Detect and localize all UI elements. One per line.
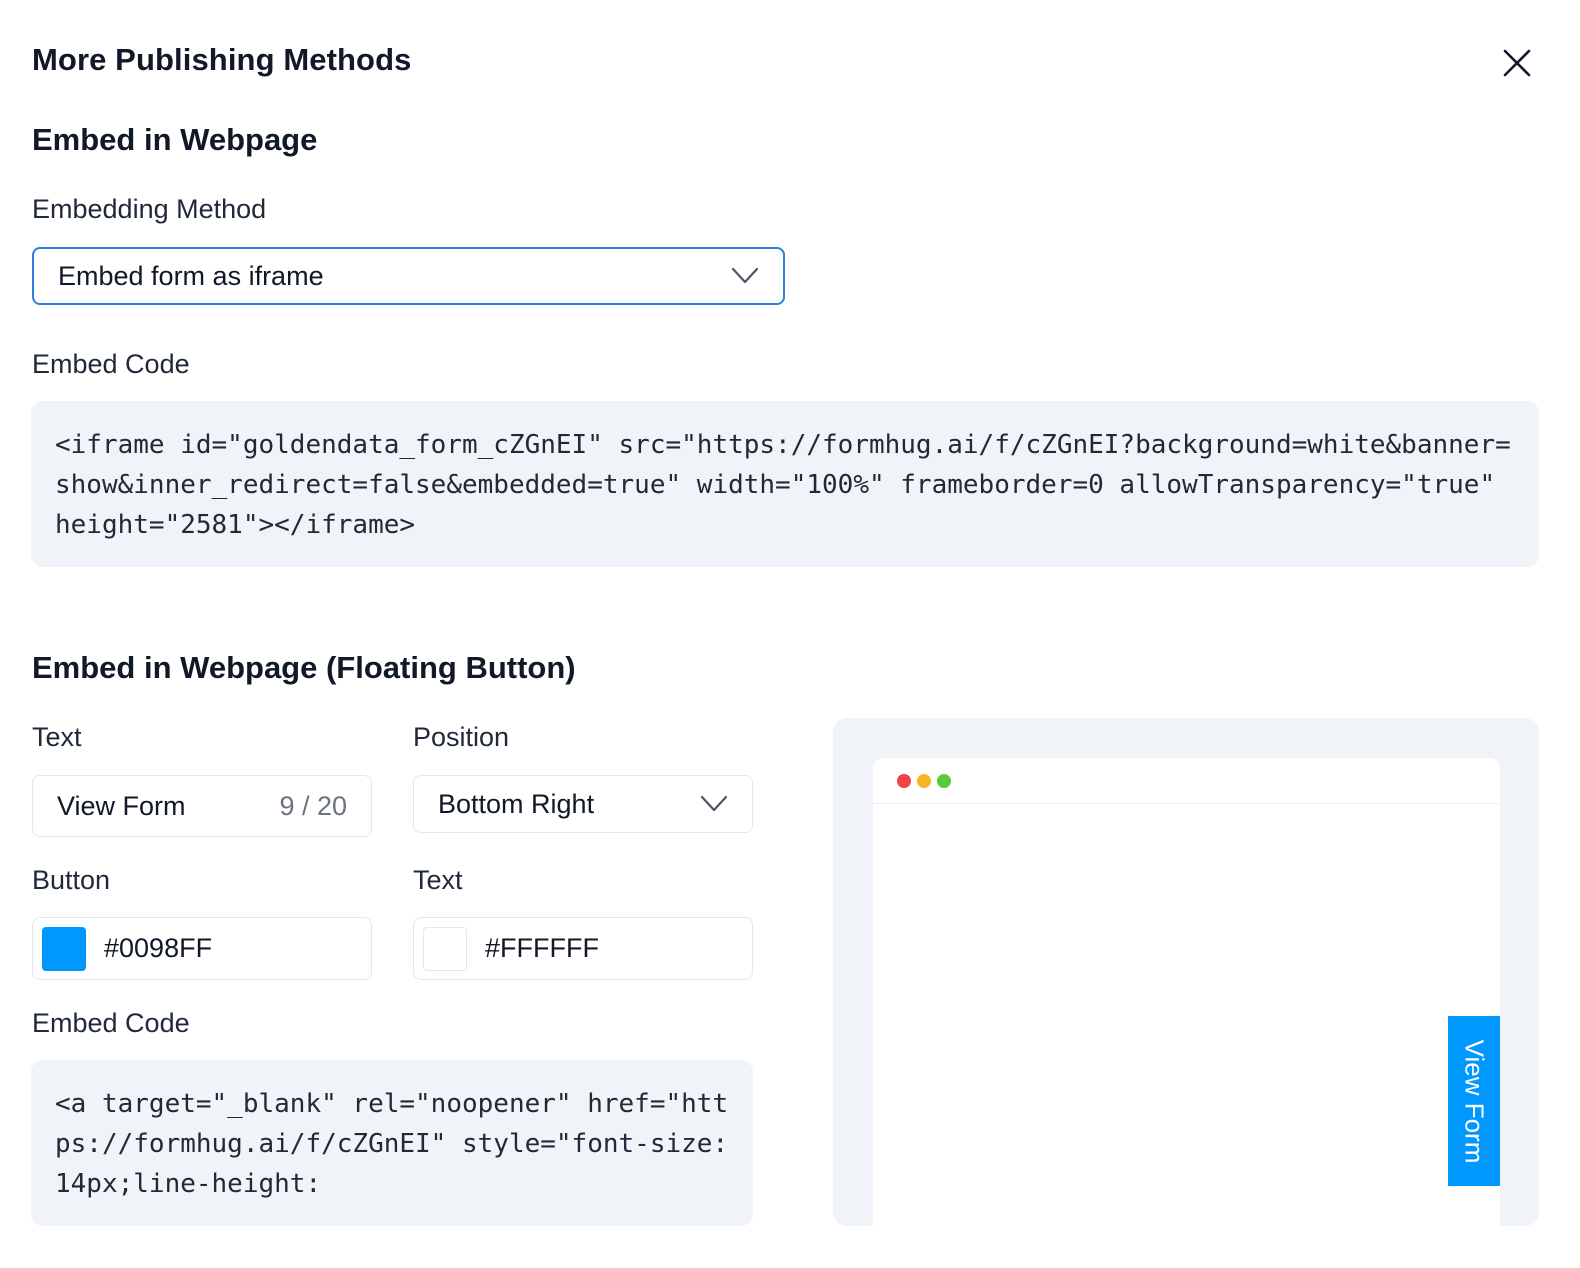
- embedding-method-label: Embedding Method: [32, 194, 267, 224]
- text-color-input[interactable]: #FFFFFF: [413, 917, 753, 980]
- iframe-embed-code[interactable]: <iframe id="goldendata_form_cZGnEI" src=…: [31, 401, 1539, 567]
- chevron-down-icon: [700, 795, 728, 812]
- text-color-swatch[interactable]: [423, 926, 467, 971]
- text-color-label: Text: [413, 865, 463, 895]
- embedding-method-select[interactable]: Embed form as iframe: [32, 247, 785, 305]
- floating-embed-code[interactable]: <a target="_blank" rel="noopener" href="…: [31, 1060, 753, 1226]
- position-label: Position: [413, 722, 510, 752]
- button-text-value: View Form: [57, 790, 186, 821]
- floating-code-label: Embed Code: [32, 1008, 190, 1038]
- embedding-method-value: Embed form as iframe: [58, 260, 324, 291]
- browser-mockup: View Form: [873, 758, 1500, 1226]
- window-close-dot: [897, 773, 911, 788]
- button-color-swatch[interactable]: [42, 926, 86, 971]
- floating-button-preview: View Form: [833, 718, 1539, 1226]
- chevron-down-icon: [731, 267, 759, 284]
- floating-section-title: Embed in Webpage (Floating Button): [32, 650, 576, 685]
- dialog-title: More Publishing Methods: [32, 42, 412, 77]
- button-text-input[interactable]: View Form 9 / 20: [32, 775, 372, 837]
- window-minimize-dot: [917, 773, 931, 788]
- window-maximize-dot: [937, 773, 951, 788]
- button-color-value: #0098FF: [104, 933, 213, 963]
- iframe-section-title: Embed in Webpage: [32, 122, 318, 157]
- close-button[interactable]: [1496, 42, 1538, 84]
- preview-floating-button[interactable]: View Form: [1448, 1016, 1500, 1186]
- char-counter: 9 / 20: [279, 790, 347, 821]
- button-color-input[interactable]: #0098FF: [32, 917, 372, 980]
- text-color-value: #FFFFFF: [485, 933, 599, 963]
- iframe-code-label: Embed Code: [32, 349, 190, 379]
- publishing-dialog: More Publishing Methods Embed in Webpage…: [0, 0, 1580, 1268]
- button-color-label: Button: [32, 865, 111, 895]
- preview-floating-button-label: View Form: [1459, 1039, 1490, 1163]
- position-select[interactable]: Bottom Right: [413, 775, 753, 833]
- close-icon: [1503, 49, 1531, 77]
- position-value: Bottom Right: [438, 788, 595, 819]
- browser-titlebar: [873, 758, 1500, 804]
- button-text-label: Text: [32, 722, 82, 752]
